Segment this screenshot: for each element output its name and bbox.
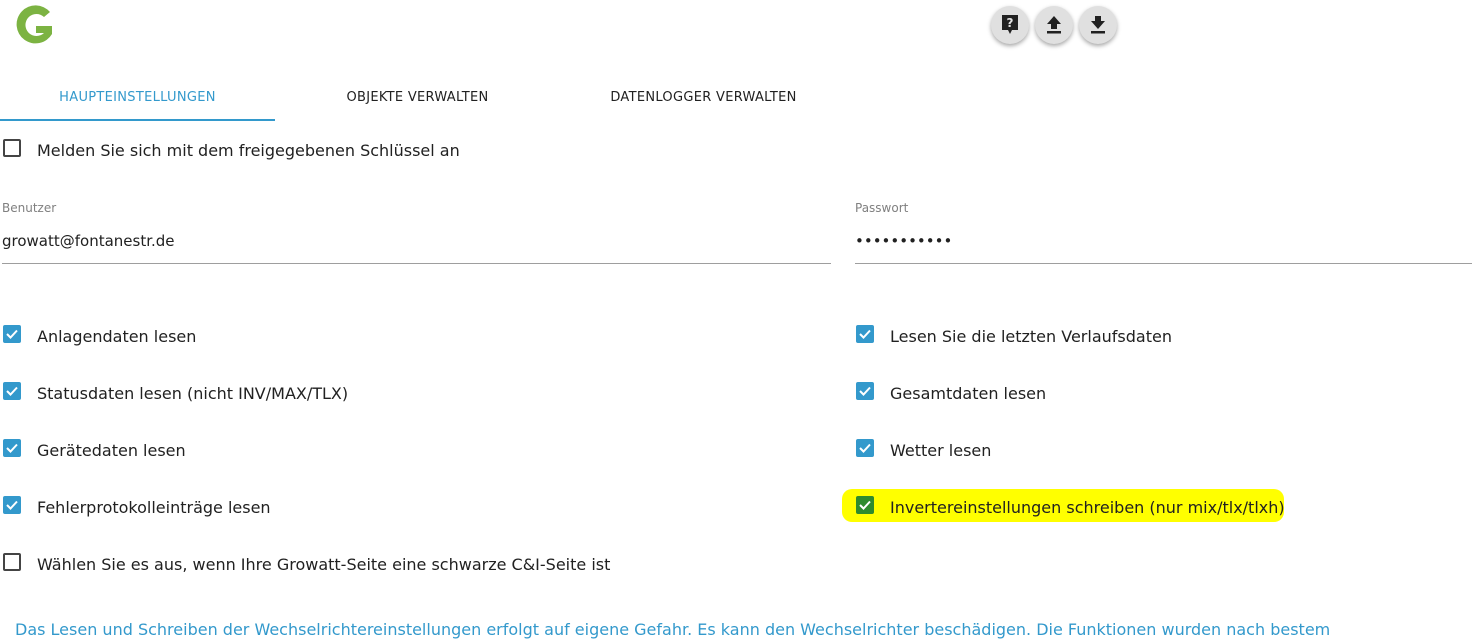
write-inverter-settings-checkbox[interactable] [856,496,874,514]
password-field-underline [855,263,1472,264]
read-fault-log-checkbox[interactable] [3,496,21,514]
read-fault-log-label: Fehlerprotokolleinträge lesen [37,498,271,517]
check-icon [6,443,18,453]
read-device-data-label: Gerätedaten lesen [37,441,186,460]
write-inverter-settings-label: Invertereinstellungen schreiben (nur mix… [890,498,1285,517]
tab-label: OBJEKTE VERWALTEN [346,89,489,105]
svg-text:?: ? [1007,16,1014,30]
tab-objekte-verwalten[interactable]: OBJEKTE VERWALTEN [280,72,555,122]
check-icon [859,500,871,510]
read-plant-data-checkbox[interactable] [3,325,21,343]
check-icon [859,443,871,453]
check-icon [6,329,18,339]
user-field-underline [2,263,831,264]
upload-icon [1047,16,1061,34]
password-field-label: Passwort [855,201,909,215]
help-button[interactable]: ? [991,6,1029,44]
black-ci-page-checkbox[interactable] [3,553,21,571]
growatt-logo-icon [16,5,52,44]
tab-datenlogger-verwalten[interactable]: DATENLOGGER VERWALTEN [565,72,842,122]
upload-button[interactable] [1035,6,1073,44]
read-history-label: Lesen Sie die letzten Verlaufsdaten [890,327,1172,346]
warning-text: Das Lesen und Schreiben der Wechselricht… [15,620,1331,639]
tab-label: HAUPTEINSTELLUNGEN [59,89,216,105]
shared-key-label: Melden Sie sich mit dem freigegebenen Sc… [37,141,460,160]
check-icon [859,329,871,339]
read-status-data-checkbox[interactable] [3,382,21,400]
check-icon [859,386,871,396]
user-field-label: Benutzer [2,201,57,215]
user-input[interactable] [2,230,828,252]
read-plant-data-label: Anlagendaten lesen [37,327,197,346]
shared-key-checkbox[interactable] [3,139,21,157]
tab-bar: HAUPTEINSTELLUNGEN OBJEKTE VERWALTEN DAT… [0,72,1472,122]
tab-haupteinstellungen[interactable]: HAUPTEINSTELLUNGEN [0,72,275,122]
read-total-data-label: Gesamtdaten lesen [890,384,1047,403]
check-icon [6,500,18,510]
read-weather-label: Wetter lesen [890,441,992,460]
tab-label: DATENLOGGER VERWALTEN [610,89,797,105]
read-weather-checkbox[interactable] [856,439,874,457]
active-tab-indicator [0,119,275,121]
black-ci-page-label: Wählen Sie es aus, wenn Ihre Growatt-Sei… [37,555,611,574]
read-history-checkbox[interactable] [856,325,874,343]
read-device-data-checkbox[interactable] [3,439,21,457]
password-input[interactable] [855,230,1465,252]
read-total-data-checkbox[interactable] [856,382,874,400]
help-icon: ? [1002,15,1018,34]
download-icon [1091,16,1105,34]
check-icon [6,386,18,396]
download-button[interactable] [1079,6,1117,44]
read-status-data-label: Statusdaten lesen (nicht INV/MAX/TLX) [37,384,349,403]
